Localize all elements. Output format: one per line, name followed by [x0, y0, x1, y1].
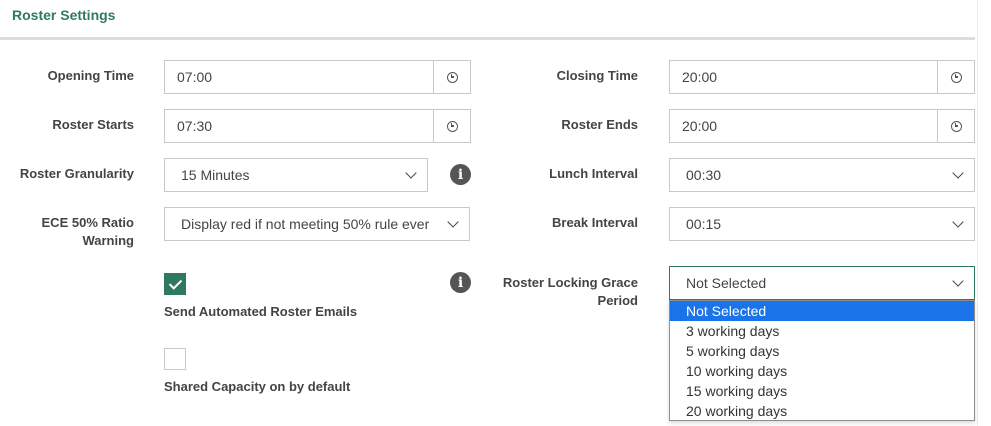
- clock-icon: [446, 120, 458, 132]
- ece-ratio-label-line2: Warning: [82, 233, 134, 248]
- roster-starts-label: Roster Starts: [52, 117, 134, 132]
- roster-starts-picker-button[interactable]: [434, 109, 471, 143]
- clock-icon: [950, 120, 962, 132]
- roster-ends-input[interactable]: 20:00: [669, 109, 938, 143]
- ece-ratio-warning-label: ECE 50% Ratio Warning: [0, 214, 134, 250]
- closing-time-picker-button[interactable]: [938, 60, 975, 94]
- roster-locking-select[interactable]: Not Selected: [669, 266, 975, 300]
- lunch-interval-select[interactable]: 00:30: [669, 158, 975, 192]
- dropdown-option[interactable]: 3 working days: [670, 321, 974, 341]
- ece-ratio-warning-select[interactable]: Display red if not meeting 50% rule ever: [164, 207, 470, 241]
- info-icon[interactable]: i: [450, 272, 471, 293]
- closing-time-input[interactable]: 20:00: [669, 60, 938, 94]
- shared-capacity-label: Shared Capacity on by default: [164, 379, 351, 394]
- ece-ratio-label-line1: ECE 50% Ratio: [41, 215, 134, 230]
- roster-starts-input[interactable]: 07:30: [164, 109, 434, 143]
- roster-ends-value: 20:00: [682, 118, 718, 134]
- break-interval-label: Break Interval: [552, 215, 638, 230]
- ece-ratio-warning-value: Display red if not meeting 50% rule ever: [181, 216, 430, 232]
- break-interval-select[interactable]: 00:15: [669, 207, 975, 241]
- send-emails-checkbox[interactable]: [164, 273, 186, 295]
- chevron-down-icon: [952, 216, 964, 228]
- opening-time-label: Opening Time: [47, 68, 134, 83]
- lunch-interval-label: Lunch Interval: [549, 166, 638, 181]
- roster-locking-dropdown: Not Selected 3 working days 5 working da…: [669, 300, 975, 421]
- shared-capacity-checkbox[interactable]: [164, 348, 186, 370]
- closing-time-value: 20:00: [682, 69, 718, 85]
- panel-title: Roster Settings: [12, 7, 116, 23]
- roster-granularity-label: Roster Granularity: [19, 166, 134, 181]
- roster-granularity-select[interactable]: 15 Minutes: [164, 158, 428, 192]
- title-divider: [0, 37, 975, 40]
- roster-starts-value: 07:30: [177, 118, 213, 134]
- lunch-interval-value: 00:30: [686, 167, 722, 183]
- dropdown-option[interactable]: 10 working days: [670, 361, 974, 381]
- chevron-down-icon: [952, 167, 964, 179]
- clock-icon: [446, 71, 458, 83]
- dropdown-option[interactable]: 5 working days: [670, 341, 974, 361]
- panel-right-border: [977, 0, 978, 426]
- chevron-down-icon: [447, 216, 459, 228]
- dropdown-option[interactable]: Not Selected: [670, 301, 974, 321]
- clock-icon: [950, 71, 962, 83]
- roster-locking-label: Roster Locking Grace Period: [480, 274, 638, 310]
- opening-time-input[interactable]: 07:00: [164, 60, 434, 94]
- roster-ends-label: Roster Ends: [561, 117, 638, 132]
- dropdown-option[interactable]: 20 working days: [670, 401, 974, 421]
- roster-locking-label-line1: Roster Locking Grace: [502, 275, 638, 290]
- roster-ends-picker-button[interactable]: [938, 109, 975, 143]
- dropdown-option[interactable]: 15 working days: [670, 381, 974, 401]
- opening-time-picker-button[interactable]: [434, 60, 471, 94]
- info-icon[interactable]: i: [450, 164, 471, 185]
- chevron-down-icon: [952, 275, 964, 287]
- closing-time-label: Closing Time: [556, 68, 638, 83]
- opening-time-value: 07:00: [177, 69, 213, 85]
- chevron-down-icon: [405, 167, 417, 179]
- roster-locking-label-line2: Period: [597, 293, 638, 308]
- roster-granularity-value: 15 Minutes: [181, 167, 250, 183]
- send-emails-label: Send Automated Roster Emails: [164, 304, 358, 319]
- break-interval-value: 00:15: [686, 216, 722, 232]
- roster-locking-value: Not Selected: [686, 275, 767, 291]
